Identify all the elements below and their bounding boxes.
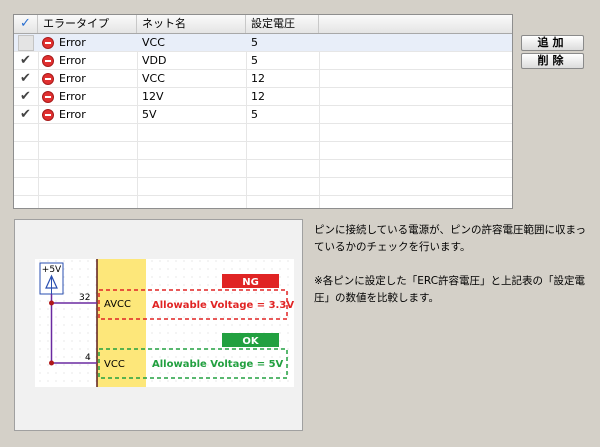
voltage-cell: 5 — [251, 36, 258, 49]
error-type-cell: Error — [38, 70, 137, 87]
voltage-diagram: +5V 32 4 AVCC VCC NG Allowable Voltage =… — [35, 259, 294, 387]
empty-row — [14, 142, 512, 160]
row-checkbox[interactable] — [14, 34, 38, 51]
table-row[interactable]: ✔ Error 5V 5 — [14, 106, 512, 124]
check-icon: ✔ — [20, 53, 31, 68]
diagram-panel: +5V 32 4 AVCC VCC NG Allowable Voltage =… — [14, 219, 303, 431]
pin2-number: 4 — [85, 353, 91, 363]
junction-dot — [49, 360, 54, 366]
error-icon — [42, 73, 54, 85]
header-net-name[interactable]: ネット名 — [137, 15, 246, 33]
row-checkbox[interactable]: ✔ — [14, 88, 38, 105]
net-name-cell: VCC — [142, 36, 165, 49]
error-icon — [42, 55, 54, 67]
error-label: Error — [59, 36, 86, 49]
empty-row — [14, 124, 512, 142]
voltage-cell: 5 — [251, 108, 258, 121]
ng-label: NG — [242, 277, 259, 288]
error-label: Error — [59, 54, 86, 67]
error-icon — [42, 109, 54, 121]
pin2-allowable-voltage: Allowable Voltage = 5V — [152, 359, 284, 370]
net-name-cell: 12V — [142, 90, 164, 103]
pin2-name: VCC — [104, 359, 125, 370]
ok-label: OK — [242, 336, 260, 347]
table-row[interactable]: ✔ Error VCC 12 — [14, 70, 512, 88]
delete-button[interactable]: 削除 — [521, 53, 584, 69]
table-header: ✓ エラータイプ ネット名 設定電圧 — [14, 15, 512, 34]
pin1-number: 32 — [79, 293, 90, 303]
error-label: Error — [59, 108, 86, 121]
net-name-cell: VCC — [142, 72, 165, 85]
header-check-icon[interactable]: ✓ — [14, 15, 38, 33]
power-label: +5V — [42, 265, 62, 275]
row-checkbox[interactable]: ✔ — [14, 52, 38, 69]
empty-row — [14, 178, 512, 196]
table-row[interactable]: Error VCC 5 — [14, 34, 512, 52]
check-icon: ✔ — [20, 89, 31, 104]
voltage-cell: 5 — [251, 54, 258, 67]
table-row[interactable]: ✔ Error 12V 12 — [14, 88, 512, 106]
empty-row — [14, 160, 512, 178]
header-error-type[interactable]: エラータイプ — [38, 15, 137, 33]
check-icon: ✔ — [20, 107, 31, 122]
description-line1: ピンに接続している電源が、ピンの許容電圧範囲に収まっているかのチェックを行います… — [314, 224, 587, 253]
header-voltage[interactable]: 設定電圧 — [246, 15, 319, 33]
table-row[interactable]: ✔ Error VDD 5 — [14, 52, 512, 70]
row-checkbox[interactable]: ✔ — [14, 70, 38, 87]
voltage-cell: 12 — [251, 90, 265, 103]
error-table[interactable]: ✓ エラータイプ ネット名 設定電圧 Error VCC 5 ✔ Error VDD 5 ✔ E… — [13, 14, 513, 209]
error-icon — [42, 37, 54, 49]
error-label: Error — [59, 90, 86, 103]
error-type-cell: Error — [38, 106, 137, 123]
voltage-cell: 12 — [251, 72, 265, 85]
error-type-cell: Error — [38, 52, 137, 69]
add-button[interactable]: 追加 — [521, 35, 584, 51]
junction-dot — [49, 300, 54, 306]
error-type-cell: Error — [38, 88, 137, 105]
unchecked-box — [18, 35, 34, 51]
error-label: Error — [59, 72, 86, 85]
net-name-cell: VDD — [142, 54, 167, 67]
pin1-name: AVCC — [104, 299, 131, 310]
row-checkbox[interactable]: ✔ — [14, 106, 38, 123]
error-type-cell: Error — [38, 34, 137, 51]
pin1-allowable-voltage: Allowable Voltage = 3.3V — [152, 300, 294, 311]
description-line2: ※各ピンに設定した「ERC許容電圧」と上記表の「設定電圧」の数値を比較します。 — [314, 275, 586, 304]
check-icon: ✔ — [20, 71, 31, 86]
error-icon — [42, 91, 54, 103]
net-name-cell: 5V — [142, 108, 157, 121]
description: ピンに接続している電源が、ピンの許容電圧範囲に収まっているかのチェックを行います… — [314, 222, 594, 324]
